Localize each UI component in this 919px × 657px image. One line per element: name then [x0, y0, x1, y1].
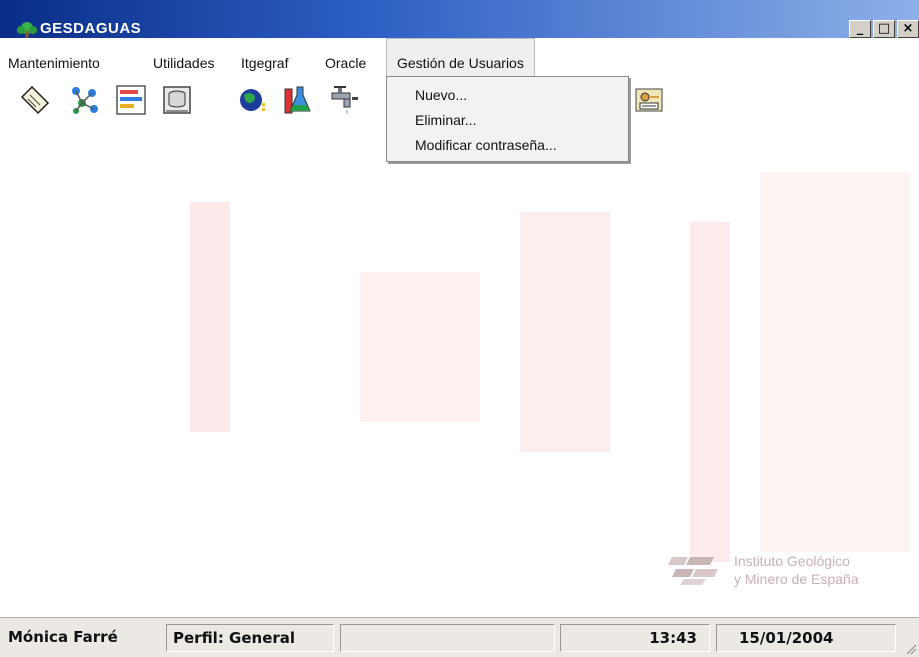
user-keys-icon	[635, 88, 663, 112]
logo-text-line1: Instituto Geológico	[734, 553, 850, 569]
toolbar-button-database[interactable]	[158, 80, 196, 120]
logo-text-line2: y Minero de España	[734, 571, 859, 587]
app-tree-icon	[17, 22, 37, 38]
menu-utilidades[interactable]: Utilidades	[153, 38, 214, 76]
menu-item-nuevo[interactable]: Nuevo...	[415, 87, 467, 103]
watermark-shape	[190, 202, 230, 432]
window-title: GESDAGUAS	[40, 20, 142, 37]
menu-itgegraf[interactable]: Itgegraf	[241, 38, 288, 76]
menu-item-modificar-contrasena[interactable]: Modificar contraseña...	[415, 137, 557, 153]
menu-gestion-usuarios[interactable]: Gestión de Usuarios	[386, 38, 535, 76]
chart-icon	[116, 85, 146, 115]
toolbar-button-lab[interactable]	[280, 80, 318, 120]
toolbar-button-document[interactable]	[16, 80, 54, 120]
toolbar-button-users[interactable]	[630, 80, 668, 120]
network-icon	[72, 87, 98, 114]
watermark-shape	[360, 272, 480, 422]
close-button[interactable]: ×	[897, 20, 919, 38]
menu-item-eliminar[interactable]: Eliminar...	[415, 112, 476, 128]
menu-oracle[interactable]: Oracle	[325, 38, 366, 76]
status-bar: Mónica Farré Perfil: General 13:43 15/01…	[0, 617, 919, 657]
window-controls: _ □ ×	[849, 20, 919, 38]
toolbar-button-chart[interactable]	[112, 80, 150, 120]
toolbar-button-network[interactable]	[66, 80, 104, 120]
lab-flask-icon	[284, 86, 311, 114]
watermark-shape	[690, 222, 730, 562]
database-icon	[163, 86, 191, 114]
status-profile: Perfil: General	[166, 624, 334, 652]
status-date: 15/01/2004	[716, 624, 896, 652]
resize-grip-icon[interactable]	[903, 641, 917, 655]
globe-icon	[240, 89, 265, 111]
water-tap-icon	[331, 86, 358, 114]
status-time: 13:43	[560, 624, 710, 652]
toolbar-button-tap[interactable]	[326, 80, 364, 120]
watermark-shape	[760, 172, 910, 552]
menu-mantenimiento[interactable]: Mantenimiento	[8, 38, 100, 76]
status-empty-panel	[340, 624, 555, 652]
usuarios-dropdown: Nuevo... Eliminar... Modificar contraseñ…	[386, 76, 629, 162]
toolbar-button-globe[interactable]	[234, 80, 272, 120]
minimize-button[interactable]: _	[849, 20, 871, 38]
igme-logo: Instituto Geológico y Minero de España	[660, 547, 919, 593]
maximize-button[interactable]: □	[873, 20, 895, 38]
title-bar[interactable]: GESDAGUAS _ □ ×	[0, 0, 919, 38]
watermark-shape	[520, 212, 610, 452]
document-icon	[20, 85, 50, 115]
menu-bar: Mantenimiento Utilidades Itgegraf Oracle…	[0, 38, 919, 76]
igme-logo-mark-icon	[668, 557, 718, 585]
status-user: Mónica Farré	[8, 628, 118, 646]
workspace	[0, 132, 919, 617]
